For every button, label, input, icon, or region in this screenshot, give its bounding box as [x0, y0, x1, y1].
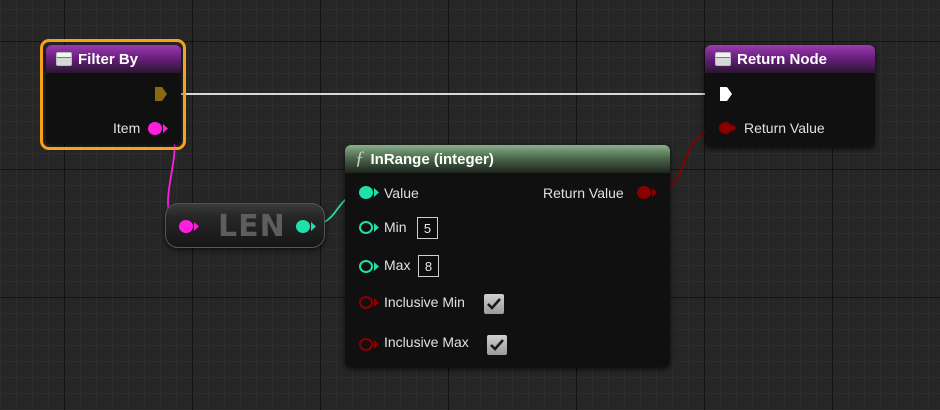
min-value-input[interactable]: 5: [417, 217, 438, 239]
max-pin[interactable]: [359, 260, 373, 273]
max-pin-label: Max: [384, 257, 411, 273]
len-input-pin[interactable]: [179, 220, 193, 233]
inclusive-min-label: Inclusive Min: [384, 294, 465, 310]
inclusive-max-pin-arrow-icon: [374, 340, 379, 349]
return-value-pin[interactable]: [719, 122, 732, 134]
function-icon: ƒ: [355, 148, 365, 169]
max-pin-arrow-icon: [374, 262, 379, 271]
inclusive-min-pin-arrow-icon: [374, 298, 379, 307]
inclusive-max-pin[interactable]: [359, 338, 373, 351]
inrange-return-value-pin[interactable]: [637, 186, 651, 199]
len-node[interactable]: LEN: [165, 203, 325, 248]
inclusive-min-pin[interactable]: [359, 296, 373, 309]
inrange-return-value-label: Return Value: [543, 185, 624, 201]
selection-outline: [40, 39, 186, 150]
value-pin[interactable]: [359, 186, 373, 199]
return-value-pin-arrow-icon: [732, 124, 737, 132]
inrange-return-value-arrow-icon: [652, 188, 657, 197]
return-node-header[interactable]: Return Node: [705, 45, 875, 73]
len-label: LEN: [218, 209, 286, 244]
min-pin-arrow-icon: [374, 223, 379, 232]
len-input-arrow-icon: [194, 222, 199, 231]
exec-in-pin[interactable]: [719, 86, 733, 102]
return-node[interactable]: Return Node Return Value: [705, 45, 875, 147]
checkmark-icon: [487, 298, 501, 310]
return-node-title: Return Node: [737, 50, 827, 68]
min-pin[interactable]: [359, 221, 373, 234]
inrange-title: InRange (integer): [370, 150, 494, 168]
len-output-pin[interactable]: [296, 220, 310, 233]
checkmark-icon: [490, 339, 504, 351]
value-pin-arrow-icon: [374, 188, 379, 197]
inclusive-max-label: Inclusive Max: [384, 334, 469, 350]
inclusive-max-checkbox[interactable]: [487, 335, 507, 355]
min-pin-label: Min: [384, 219, 407, 235]
inrange-node[interactable]: ƒ InRange (integer) Value Return Value M…: [345, 145, 670, 367]
inclusive-min-checkbox[interactable]: [484, 294, 504, 314]
return-value-label: Return Value: [744, 120, 825, 136]
len-output-arrow-icon: [311, 222, 316, 231]
max-value-input[interactable]: 8: [418, 255, 439, 277]
event-icon: [715, 52, 731, 66]
value-pin-label: Value: [384, 185, 419, 201]
inrange-header[interactable]: ƒ InRange (integer): [345, 145, 670, 173]
